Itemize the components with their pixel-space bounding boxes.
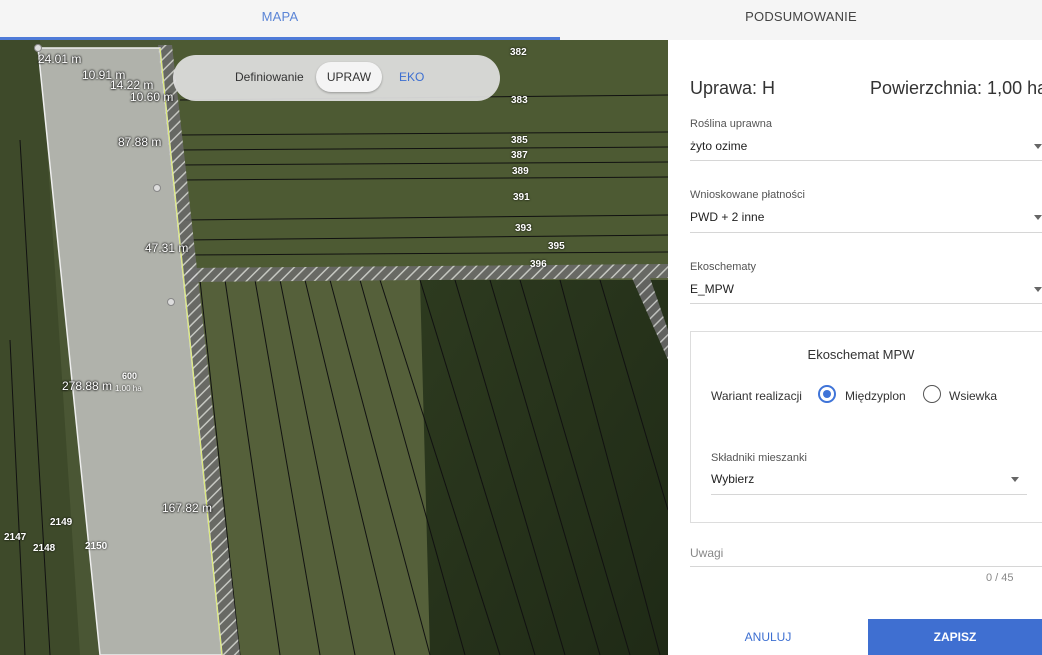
field-underline xyxy=(690,232,1042,233)
ekoschematy-label: Ekoschematy xyxy=(690,261,757,273)
chevron-down-icon xyxy=(1011,477,1019,482)
ekoschemat-box-title: Ekoschemat MPW xyxy=(807,347,915,362)
segment-length-label: 87.88 m xyxy=(118,135,162,149)
mode-toggle-label: Definiowanie xyxy=(235,70,304,84)
parcel-number: 389 xyxy=(512,166,529,177)
panel-area: Powierzchnia: 1,00 ha xyxy=(870,78,1042,98)
parcel-number: 395 xyxy=(548,241,565,252)
ekoschematy-value: E_MPW xyxy=(690,282,735,296)
field-underline xyxy=(711,494,1027,495)
parcel-number: 387 xyxy=(511,150,528,161)
mode-upraw-button[interactable]: UPRAW xyxy=(316,62,382,92)
wariant-label: Wariant realizacji xyxy=(711,389,802,403)
crop-details-panel: Uprawa: H Powierzchnia: 1,00 ha Roślina … xyxy=(668,48,1042,655)
ekoschemat-mpw-box: Ekoschemat MPW Wariant realizacji Między… xyxy=(690,331,1042,523)
parcel-number: 382 xyxy=(510,47,527,58)
segment-length-label: 278.88 m xyxy=(62,379,113,393)
parcel-number: 393 xyxy=(515,223,532,234)
parcel-number: 385 xyxy=(511,135,528,146)
parcel-number: 2147 xyxy=(4,532,27,543)
mode-eko-button[interactable]: EKO xyxy=(399,70,424,84)
parcel-number: 383 xyxy=(511,95,528,106)
segment-length-label: 24.01 m xyxy=(38,52,82,66)
parcel-number: 2148 xyxy=(33,543,56,554)
map-view[interactable]: 24.01 m 10.91 m 14.22 m 10.60 m 87.88 m … xyxy=(0,40,668,655)
roslina-value: żyto ozime xyxy=(690,139,748,153)
tab-mapa[interactable]: MAPA xyxy=(0,0,560,40)
field-underline xyxy=(690,303,1042,304)
selected-parcel-number: 600 xyxy=(122,371,138,381)
segment-length-label: 47.31 m xyxy=(145,241,189,255)
platnosci-value: PWD + 2 inne xyxy=(690,210,765,224)
panel-footer: ANULUJ ZAPISZ xyxy=(668,619,1042,655)
skladniki-value: Wybierz xyxy=(711,472,755,486)
radio-wsiewka[interactable] xyxy=(923,385,941,403)
chevron-down-icon xyxy=(1034,287,1042,292)
field-underline xyxy=(690,566,1042,567)
parcel-number: 391 xyxy=(513,192,530,203)
segment-length-label: 167.82 m xyxy=(162,501,213,515)
cancel-button[interactable]: ANULUJ xyxy=(668,619,868,655)
radio-miedzyplon-label[interactable]: Międzyplon xyxy=(845,389,906,403)
parcel-number: 2150 xyxy=(85,541,108,552)
panel-title: Uprawa: H xyxy=(690,78,776,98)
parcel-number: 396 xyxy=(530,259,547,270)
chevron-down-icon xyxy=(1034,144,1042,149)
uwagi-counter: 0 / 45 xyxy=(986,572,1014,584)
roslina-label: Roślina uprawna xyxy=(690,118,772,130)
parcel-number: 2149 xyxy=(50,517,73,528)
skladniki-label: Składniki mieszanki xyxy=(711,452,807,464)
field-underline xyxy=(690,160,1042,161)
top-tab-bar: MAPA PODSUMOWANIE xyxy=(0,0,1042,40)
save-button[interactable]: ZAPISZ xyxy=(868,619,1042,655)
tab-podsumowanie[interactable]: PODSUMOWANIE xyxy=(560,0,1042,40)
selected-parcel-area: 1.00 ha xyxy=(115,384,142,393)
chevron-down-icon xyxy=(1034,215,1042,220)
radio-miedzyplon[interactable] xyxy=(818,385,836,403)
mode-toggle: Definiowanie UPRAW EKO xyxy=(173,55,500,101)
segment-length-label: 10.60 m xyxy=(130,90,174,104)
map-imagery xyxy=(0,40,668,655)
radio-wsiewka-label[interactable]: Wsiewka xyxy=(949,389,997,403)
platnosci-label: Wnioskowane płatności xyxy=(690,189,805,201)
uwagi-placeholder: Uwagi xyxy=(690,546,724,560)
